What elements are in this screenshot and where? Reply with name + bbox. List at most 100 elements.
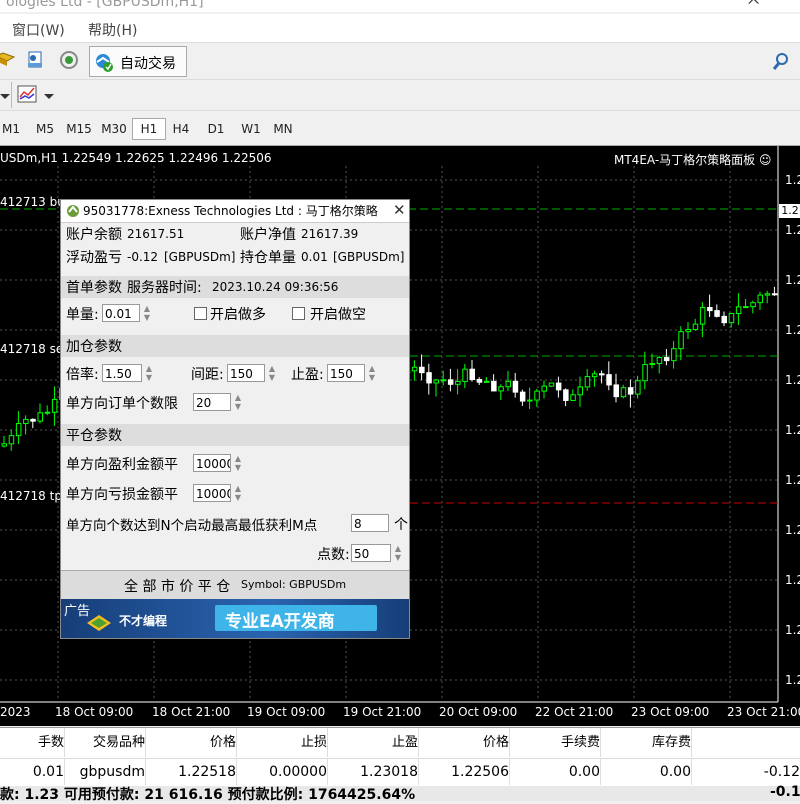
candle-body — [498, 386, 504, 392]
col-current-price[interactable]: 价格 — [419, 728, 510, 757]
timeframe-h1[interactable]: H1 — [132, 118, 166, 140]
timeframe-d1[interactable]: D1 — [200, 119, 232, 139]
col-take-profit[interactable]: 止盈 — [328, 728, 419, 757]
col-swap[interactable]: 库存费 — [601, 728, 692, 757]
candle-body — [462, 368, 468, 382]
candle-body — [433, 379, 439, 384]
col-symbol[interactable]: 交易品种 — [65, 728, 146, 757]
points-stepper[interactable]: ▲ ▼ — [393, 544, 403, 562]
loss-close-stepper[interactable]: ▲ ▼ — [233, 484, 243, 502]
multiplier-stepper[interactable]: ▲ ▼ — [144, 364, 154, 382]
candle-body — [577, 386, 583, 396]
candle-body — [483, 380, 490, 383]
take-profit-label: 止盈: — [291, 367, 324, 383]
account-summary: 款: 1.23 可用预付款: 21 616.16 预付款比例: 1764425.… — [0, 784, 800, 803]
panel-close-icon[interactable]: ✕ — [393, 201, 406, 219]
candle-body — [455, 380, 461, 385]
window-close-button[interactable]: ⨉ — [748, 0, 759, 8]
templates-icon[interactable] — [16, 83, 38, 105]
max-orders-stepper[interactable]: ▲ ▼ — [233, 393, 243, 411]
loss-close-input[interactable]: 10000 — [193, 484, 231, 502]
col-lots[interactable]: 手数 — [0, 728, 65, 757]
add-position-section: 加仓参数 — [61, 335, 409, 357]
interval-label: 间距: — [191, 367, 224, 383]
first-order-section: 首单参数 服务器时间: 2023.10.24 09:36:56 — [61, 276, 409, 298]
candle-body — [649, 362, 655, 366]
col-open-price[interactable]: 价格 — [146, 728, 237, 757]
timeframe-m5[interactable]: M5 — [29, 119, 61, 139]
ea-icon — [67, 205, 79, 217]
close-section: 平仓参数 — [61, 424, 409, 446]
current-price-tag: 1.2 — [779, 204, 800, 218]
take-profit-stepper[interactable]: ▲ ▼ — [367, 364, 377, 382]
order-label-sell: 412718 se — [0, 342, 64, 356]
interval-stepper[interactable]: ▲ ▼ — [267, 364, 277, 382]
candle-body — [44, 411, 51, 414]
candle-body — [555, 382, 562, 391]
timeframe-mn[interactable]: MN — [267, 119, 299, 139]
candle-body — [411, 366, 418, 372]
timeframe-m30[interactable]: M30 — [98, 119, 130, 139]
candle-body — [570, 394, 576, 401]
col-commission[interactable]: 手续费 — [510, 728, 601, 757]
price-tick: 1.2 — [785, 673, 800, 687]
count-trigger-unit: 个 — [394, 517, 408, 533]
main-toolbar: 自动交易 — [0, 43, 800, 80]
window-title-bar: ologies Ltd - [GBPUSDm,H1] ⨉ — [0, 0, 800, 12]
panel-header[interactable]: 95031778:Exness Technologies Ltd : 马丁格尔策… — [61, 200, 409, 223]
candle-body — [757, 294, 763, 304]
ad-banner[interactable]: 广告 不才编程 专业EA开发商 — [61, 599, 409, 638]
profit-close-input[interactable]: 10000 — [193, 454, 231, 472]
price-tick: 1.2 — [785, 223, 800, 237]
lot-label: 单量: — [66, 307, 99, 323]
points-input[interactable]: 50 — [351, 544, 391, 562]
auto-trading-button[interactable]: 自动交易 — [89, 46, 187, 77]
max-orders-input[interactable]: 20 — [193, 393, 231, 411]
lot-input[interactable]: 0.01 — [102, 304, 140, 322]
floating-pl-symbol: [GBPUSDm] — [164, 250, 236, 264]
menu-window[interactable]: 窗口(W) — [12, 20, 65, 40]
candle-body — [519, 391, 526, 402]
ad-slogan-box: 专业EA开发商 — [215, 605, 377, 632]
profit-close-stepper[interactable]: ▲ ▼ — [233, 454, 243, 472]
timeframe-h4[interactable]: H4 — [165, 119, 197, 139]
search-icon[interactable] — [770, 51, 792, 73]
dropdown-arrow-icon[interactable] — [0, 84, 16, 106]
close-all-button[interactable]: 全 部 市 价 平 仓 Symbol: GBPUSDm — [61, 570, 409, 599]
candle-body — [764, 293, 771, 296]
window-title: ologies Ltd - [GBPUSDm,H1] — [6, 0, 204, 10]
loss-close-label: 单方向亏损金额平 — [66, 487, 178, 503]
multiplier-input[interactable]: 1.50 — [102, 364, 142, 382]
close-all-label: 全 部 市 价 平 仓 — [124, 579, 231, 595]
open-long-checkbox[interactable] — [194, 307, 207, 320]
first-order-section-title: 首单参数 — [66, 280, 122, 296]
candle-body — [419, 366, 425, 374]
auto-trading-icon — [96, 54, 113, 72]
col-stop-loss[interactable]: 止损 — [237, 728, 328, 757]
candle-body — [685, 328, 691, 333]
timeframe-m15[interactable]: M15 — [63, 119, 95, 139]
interval-input[interactable]: 150 — [227, 364, 265, 382]
time-tick: 18 Oct 09:00 — [55, 705, 134, 719]
menu-help[interactable]: 帮助(H) — [88, 20, 137, 40]
signal-icon[interactable] — [58, 49, 80, 71]
price-tick: 1.2 — [785, 273, 800, 287]
accounts-icon[interactable] — [24, 49, 46, 71]
price-tick: 1.2 — [785, 523, 800, 537]
candle-body — [699, 307, 706, 325]
lot-stepper[interactable]: ▲ ▼ — [142, 304, 152, 322]
open-short-label: 开启做空 — [310, 307, 366, 323]
timeframe-m1[interactable]: M1 — [0, 119, 27, 139]
candle-body — [447, 379, 454, 385]
equity-value: 21617.39 — [301, 227, 359, 241]
candle-body — [548, 382, 555, 387]
folder-icon[interactable] — [0, 49, 16, 71]
open-short-checkbox[interactable] — [292, 307, 305, 320]
templates-dropdown-icon[interactable] — [38, 84, 60, 106]
candle-body — [743, 306, 749, 309]
price-tick: 1.2 — [785, 473, 800, 487]
price-tick: 1.2 — [785, 423, 800, 437]
count-trigger-input[interactable]: 8 — [351, 514, 389, 532]
take-profit-input[interactable]: 150 — [327, 364, 365, 382]
timeframe-w1[interactable]: W1 — [235, 119, 267, 139]
